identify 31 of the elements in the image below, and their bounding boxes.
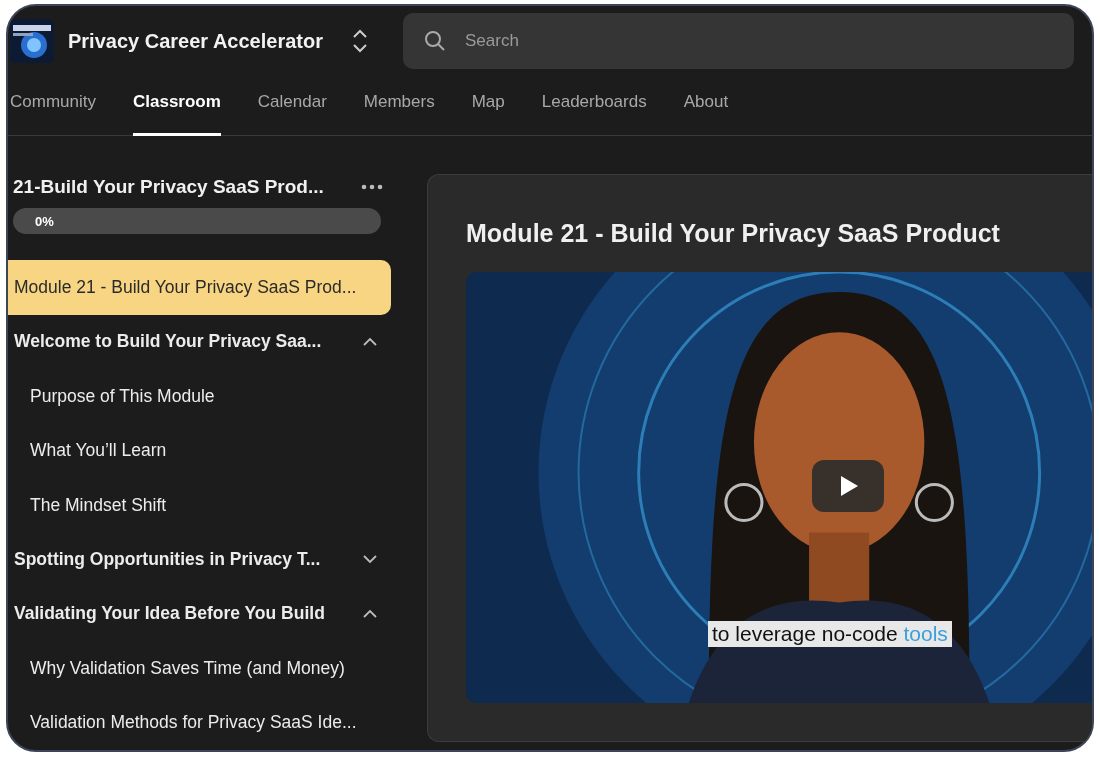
section-item[interactable]: Spotting Opportunities in Privacy T... [8, 532, 391, 587]
section-item[interactable]: Welcome to Build Your Privacy Saa... [8, 314, 391, 370]
lesson-item[interactable]: What You’ll Learn [8, 423, 391, 478]
nav-tab[interactable]: Calendar [257, 76, 327, 136]
nav-tab[interactable]: Members [363, 76, 435, 136]
progress-reading: 0% [35, 213, 54, 229]
switch-icon[interactable] [351, 28, 369, 54]
chevron-up-icon[interactable] [363, 337, 377, 347]
section-item[interactable]: Validating Your Idea Before You Build [8, 586, 391, 642]
nav-tab[interactable]: Community [10, 76, 96, 136]
play-button[interactable] [812, 460, 884, 512]
nav-tab[interactable]: About [683, 76, 729, 136]
nav-tab[interactable]: Leaderboards [541, 76, 647, 136]
lesson-item[interactable]: Module 21 - Build Your Privacy SaaS Prod... [8, 260, 391, 315]
chevron-up-icon[interactable] [363, 609, 377, 619]
nav-tab[interactable]: Map [471, 76, 505, 136]
chevron-down-icon[interactable] [363, 555, 377, 565]
course-title: 21-Build Your Privacy SaaS Prod... [13, 176, 324, 198]
lesson-item[interactable]: Validation Methods for Privacy SaaS Ide... [8, 695, 391, 750]
search-bar[interactable]: Search [403, 13, 1074, 69]
lesson-item[interactable]: The Mindset Shift [8, 477, 391, 533]
search-field[interactable]: Search [463, 30, 1054, 52]
lesson-title: Module 21 - Build Your Privacy SaaS Product [466, 219, 1001, 248]
logo-icon[interactable] [10, 19, 54, 63]
lesson-item[interactable]: Purpose of This Module [8, 369, 391, 424]
community-title: Privacy Career Accelerator [68, 29, 323, 53]
nav-tab[interactable]: Classroom [132, 76, 221, 136]
more-icon[interactable] [361, 184, 383, 190]
lesson-item[interactable]: Why Validation Saves Time (and Money) [8, 641, 391, 696]
search-icon [423, 29, 447, 53]
video-caption: to leverage no-code tools [708, 621, 952, 647]
